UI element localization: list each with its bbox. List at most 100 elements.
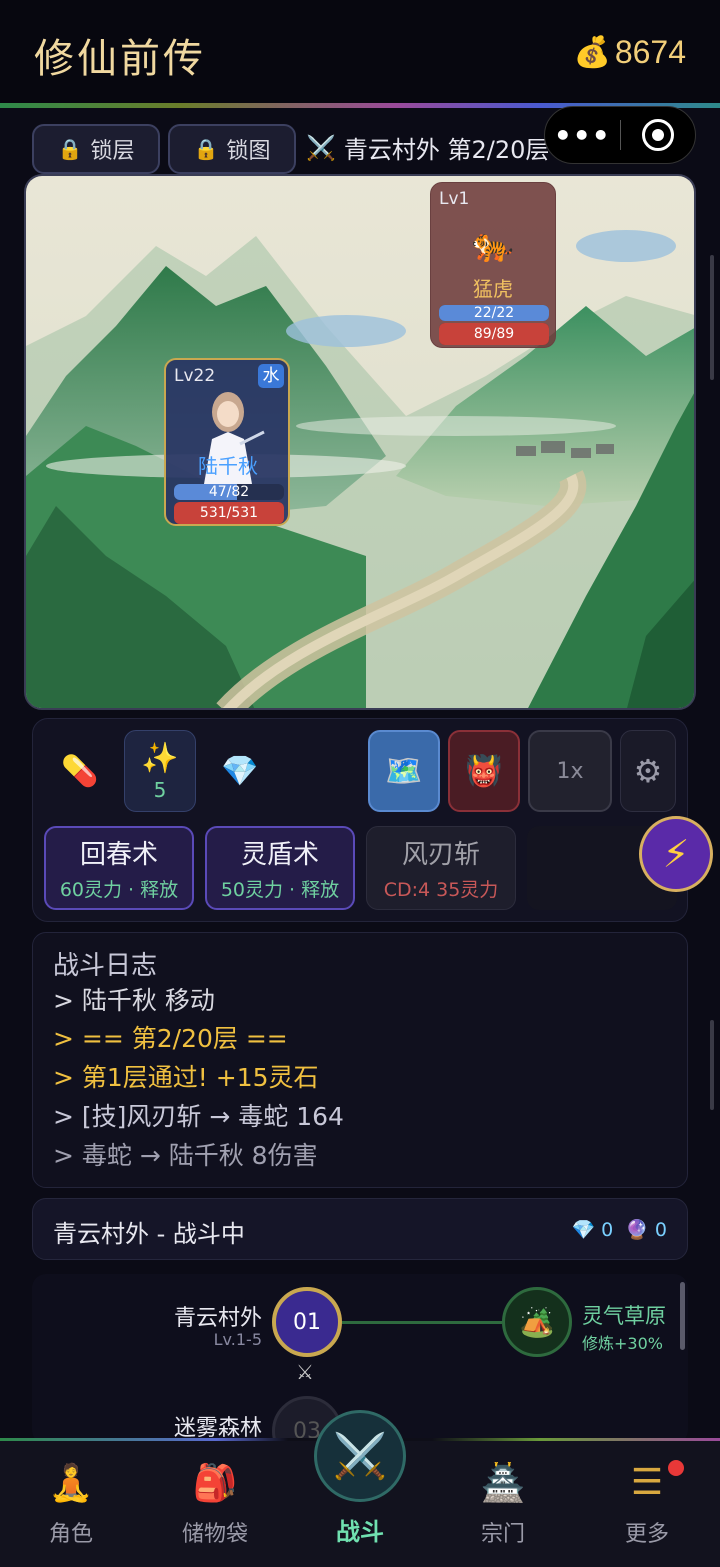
- sparkle-icon: ✨: [141, 740, 179, 776]
- log-line: > [技]风刃斩 → 毒蛇 164: [53, 1102, 344, 1131]
- skill-name: 灵盾术: [240, 840, 319, 870]
- area-level-range: Lv.1-5: [213, 1330, 262, 1349]
- sparkle-count: 5: [153, 777, 167, 802]
- battle-log-title: 战斗日志: [53, 951, 158, 981]
- target-icon: [641, 119, 674, 151]
- enemy-hp-bar: 89/89: [439, 323, 549, 345]
- map-path: [342, 1321, 502, 1324]
- skill-name: 风刃斩: [401, 840, 480, 870]
- hero-level: Lv22: [174, 366, 216, 386]
- more-options-button[interactable]: •••: [545, 119, 620, 152]
- nav-item-battle[interactable]: ⚔️: [314, 1410, 406, 1502]
- stage-text: 青云村外 第2/20层: [343, 136, 550, 164]
- orb-count: 0: [654, 1218, 667, 1241]
- menu-icon: ☰: [630, 1462, 664, 1503]
- hero-name: 陆千秋: [198, 454, 258, 478]
- map-icon: 🗺️: [385, 753, 423, 789]
- log-line: > 陆千秋 移动: [53, 986, 215, 1015]
- skill-cost: 60灵力 · 释放: [59, 879, 179, 901]
- notification-dot: [668, 1460, 684, 1476]
- auto-battle-button[interactable]: ⚡: [639, 816, 713, 892]
- app-title: 修仙前传: [34, 36, 206, 82]
- skill-name: 回春术: [79, 840, 158, 870]
- rest-node[interactable]: 🏕️: [502, 1287, 572, 1357]
- camp-icon: 🏕️: [519, 1305, 555, 1339]
- page-scrollbar[interactable]: [710, 1020, 714, 1110]
- speed-button[interactable]: 1x: [528, 730, 612, 812]
- nav-label: 宗门: [480, 1522, 525, 1547]
- temple-icon: 🏯: [480, 1463, 526, 1504]
- status-text: 青云村外 - 战斗中: [53, 1220, 245, 1248]
- crossed-swords-icon: ⚔: [296, 1360, 314, 1384]
- demon-mask-icon: 👹: [465, 753, 503, 789]
- page-scrollbar[interactable]: [710, 255, 714, 380]
- crossed-swords-icon: ⚔️: [332, 1431, 388, 1482]
- map-button[interactable]: 🗺️: [368, 730, 440, 812]
- rest-area-name: 灵气草原: [582, 1304, 666, 1328]
- gear-icon: ⚙: [633, 752, 663, 790]
- enemy-mp-text: 22/22: [473, 305, 515, 321]
- enemy-card[interactable]: Lv1 🐅 猛虎 22/22 89/89: [430, 182, 556, 348]
- lock-icon: 🔒: [193, 137, 219, 161]
- battle-status-bar: 青云村外 - 战斗中 💎 0 🔮 0: [32, 1198, 688, 1260]
- hero-hp-text: 531/531: [199, 505, 259, 521]
- demon-button[interactable]: 👹: [448, 730, 520, 812]
- pill-item-button[interactable]: 💊: [44, 730, 116, 812]
- area-node-01[interactable]: 01: [272, 1287, 342, 1357]
- nav-label-battle: 战斗: [336, 1518, 384, 1546]
- map-scrollbar[interactable]: [680, 1282, 685, 1350]
- area-name: 青云村外: [173, 1306, 262, 1331]
- coin-display: 💰 8674: [573, 34, 686, 71]
- gem-icon: 💎: [571, 1219, 596, 1241]
- gem-count: 0: [601, 1218, 614, 1241]
- enemy-name: 猛虎: [473, 277, 513, 301]
- coin-value: 8674: [614, 34, 686, 70]
- stage-label: ⚔️ 青云村外 第2/20层: [306, 130, 549, 165]
- landscape-painting: [26, 176, 694, 708]
- money-bag-icon: 💰: [573, 35, 611, 70]
- lock-map-button[interactable]: 🔒 锁图: [168, 124, 296, 174]
- skill-cost: CD:4 35灵力: [383, 879, 499, 901]
- lock-floor-label: 锁层: [90, 139, 135, 164]
- nav-item-character[interactable]: 🧘 角色: [16, 1462, 126, 1548]
- meditation-icon: 🧘: [48, 1463, 94, 1504]
- settings-button[interactable]: ⚙: [620, 730, 676, 812]
- battle-scene: [24, 174, 696, 710]
- hero-mp-text: 47/82: [208, 484, 250, 500]
- hero-hp-bar: 531/531: [174, 502, 284, 524]
- lock-floor-button[interactable]: 🔒 锁层: [32, 124, 160, 174]
- tiger-icon: 🐅: [471, 225, 515, 265]
- nav-label: 储物袋: [181, 1522, 248, 1547]
- resource-counters: 💎 0 🔮 0: [571, 1218, 667, 1242]
- enemy-level: Lv1: [439, 189, 470, 209]
- gem-item-button[interactable]: 💎: [204, 730, 276, 812]
- lightning-icon: ⚡: [662, 832, 690, 876]
- crossed-swords-icon: ⚔️: [306, 133, 336, 162]
- nav-item-sect[interactable]: 🏯 宗门: [448, 1462, 558, 1548]
- hero-card[interactable]: Lv22 水 陆千秋 47/82 531/531: [164, 358, 290, 526]
- nav-item-bag[interactable]: 🎒 储物袋: [160, 1462, 270, 1548]
- speed-label: 1x: [556, 758, 584, 784]
- battle-log: 战斗日志 > 陆千秋 移动 > == 第2/20层 == > 第1层通过! +1…: [32, 932, 688, 1188]
- pill-icon: 💊: [61, 753, 99, 789]
- close-miniprogram-button[interactable]: [621, 119, 696, 151]
- log-line: > == 第2/20层 ==: [53, 1024, 288, 1053]
- skill-button-3[interactable]: 风刃斩 CD:4 35灵力: [366, 826, 516, 910]
- sparkle-item-button[interactable]: ✨ 5: [124, 730, 196, 812]
- nav-label: 更多: [624, 1522, 669, 1547]
- orb-icon: 🔮: [625, 1219, 649, 1241]
- enemy-hp-text: 89/89: [473, 326, 515, 342]
- lock-icon: 🔒: [57, 137, 83, 161]
- nav-label: 角色: [48, 1522, 93, 1547]
- skill-button-1[interactable]: 回春术 60灵力 · 释放: [44, 826, 194, 910]
- log-line: > 第1层通过! +15灵石: [53, 1063, 319, 1092]
- bag-icon: 🎒: [192, 1463, 238, 1504]
- hero-mp-bar: 47/82: [174, 484, 284, 500]
- log-line: > 毒蛇 → 陆千秋 8伤害: [53, 1141, 318, 1170]
- skill-button-2[interactable]: 灵盾术 50灵力 · 释放: [205, 826, 355, 910]
- lock-map-label: 锁图: [226, 139, 271, 164]
- gem-icon: 💎: [221, 753, 259, 789]
- nav-item-more[interactable]: ☰ 更多: [592, 1462, 702, 1548]
- skill-cost: 50灵力 · 释放: [220, 879, 340, 901]
- enemy-mp-bar: 22/22: [439, 305, 549, 321]
